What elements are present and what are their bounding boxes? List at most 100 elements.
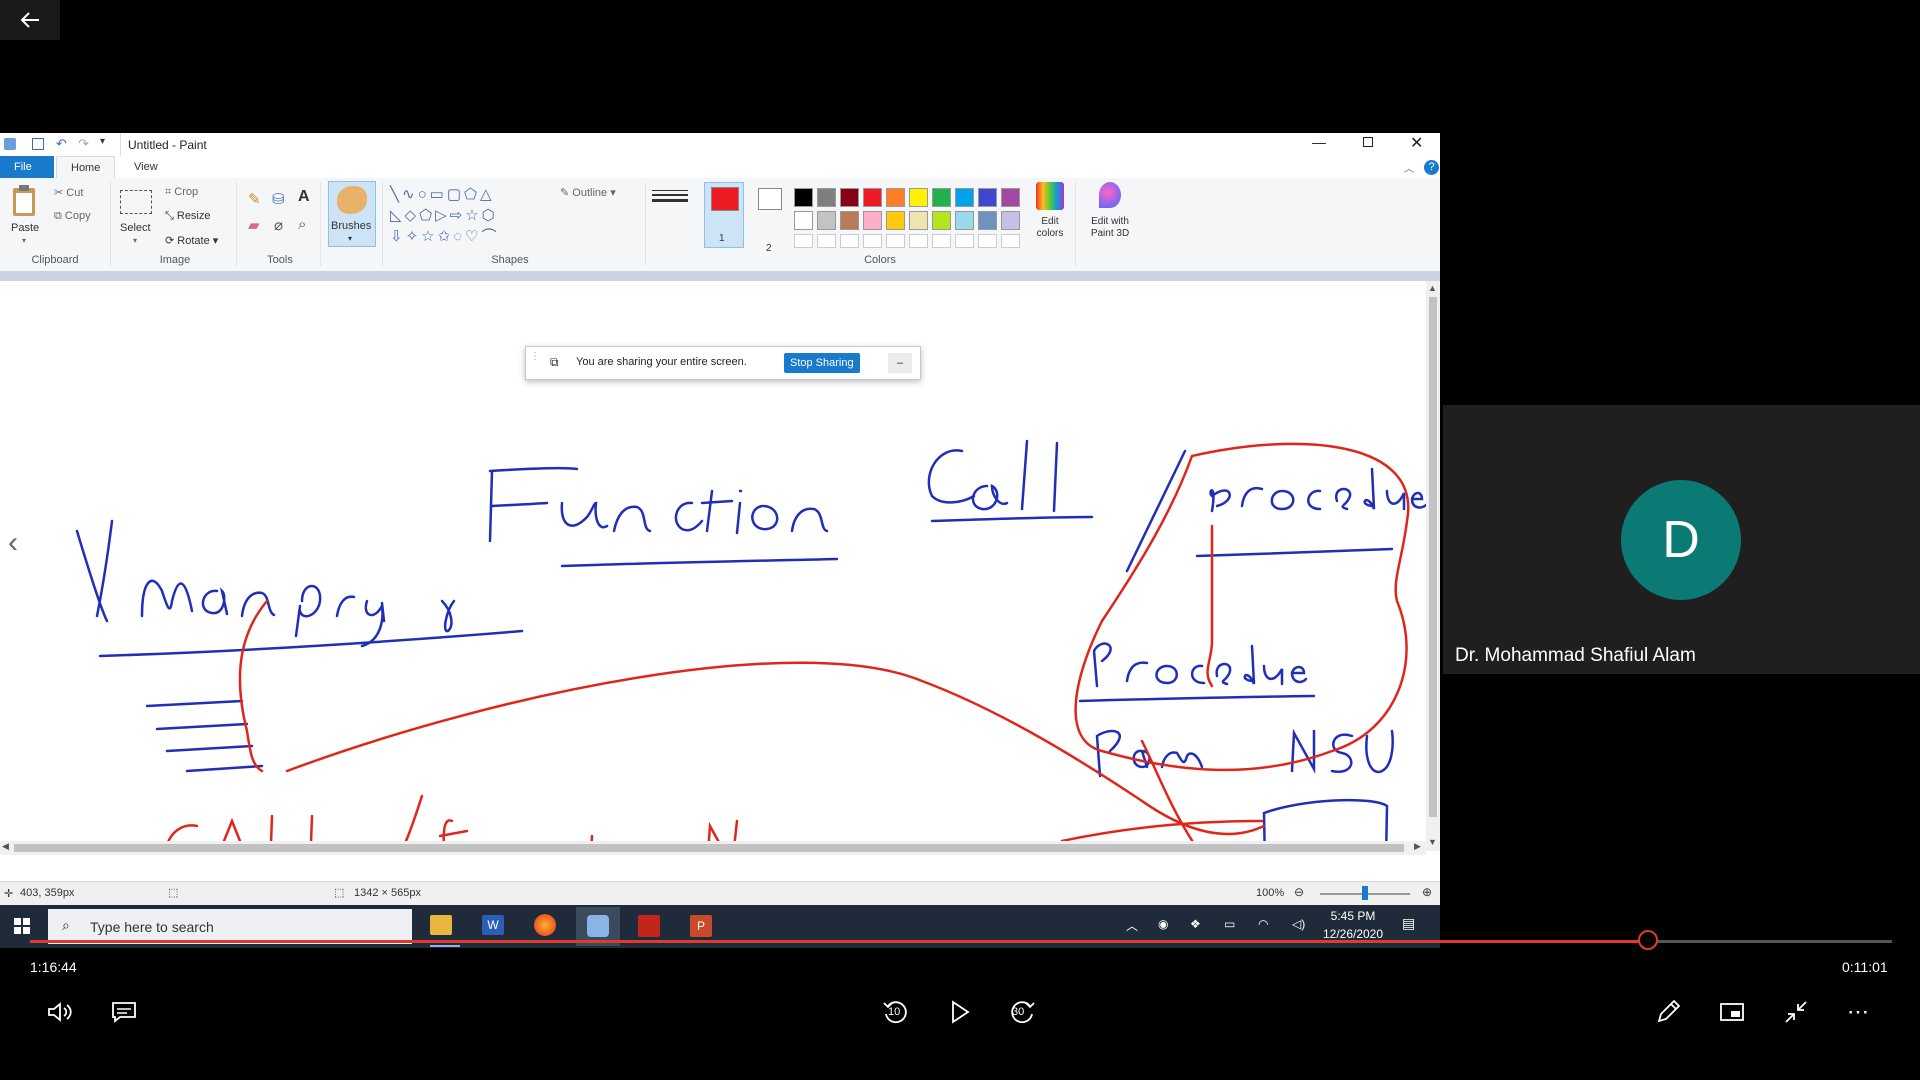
timeline-scrubber[interactable] (1638, 930, 1659, 950)
dropbox-icon[interactable]: ❖ (1190, 917, 1201, 931)
brushes-button[interactable]: Brushes ▾ (328, 181, 376, 247)
restore-button[interactable] (1363, 137, 1373, 147)
palette-swatch[interactable] (863, 211, 882, 230)
custom-color-slot[interactable] (955, 234, 974, 248)
tab-file[interactable]: File (0, 156, 54, 178)
custom-color-slot[interactable] (886, 234, 905, 248)
custom-color-slot[interactable] (932, 234, 951, 248)
palette-swatch[interactable] (909, 188, 928, 207)
customize-qat-icon[interactable]: ▾ (100, 136, 105, 147)
select-button[interactable] (120, 190, 152, 214)
help-icon[interactable]: ? (1424, 160, 1439, 175)
palette-swatch[interactable] (932, 211, 951, 230)
magnifier-icon[interactable]: ⌕ (298, 216, 306, 233)
color-picker-icon[interactable]: ⌀ (274, 216, 283, 234)
custom-color-slot[interactable] (863, 234, 882, 248)
palette-swatch[interactable] (1001, 188, 1020, 207)
wifi-icon[interactable]: ◠ (1258, 917, 1268, 931)
cut-button[interactable]: ✂ Cut (54, 186, 83, 199)
scroll-up-icon[interactable]: ▲ (1428, 283, 1437, 293)
text-tool-icon[interactable]: A (298, 188, 310, 206)
resize-button[interactable]: ⤡ Resize (165, 210, 211, 223)
annotate-button[interactable] (1646, 990, 1690, 1034)
volume-icon[interactable]: ◁) (1292, 917, 1305, 931)
palette-swatch[interactable] (909, 211, 928, 230)
zoom-out-icon[interactable]: ⊖ (1294, 885, 1304, 899)
palette-swatch[interactable] (1001, 211, 1020, 230)
zoom-slider-thumb[interactable] (1362, 886, 1368, 900)
zoom-in-icon[interactable]: ⊕ (1422, 885, 1432, 899)
stop-sharing-button[interactable]: Stop Sharing (784, 353, 860, 373)
exit-fullscreen-button[interactable] (1774, 990, 1818, 1034)
palette-swatch[interactable] (955, 211, 974, 230)
color2-swatch[interactable] (758, 188, 782, 210)
crop-button[interactable]: ⌗ Crop (165, 186, 198, 199)
custom-color-slot[interactable] (978, 234, 997, 248)
taskbar-clock[interactable]: 5:45 PM 12/26/2020 (1320, 909, 1386, 941)
select-dropdown-icon[interactable]: ▾ (133, 236, 137, 245)
undo-icon[interactable]: ↶ (56, 136, 67, 152)
palette-swatch[interactable] (978, 211, 997, 230)
palette-swatch[interactable] (840, 211, 859, 230)
color1-button[interactable]: 1 (704, 182, 744, 248)
forward-button[interactable]: 30 (1000, 990, 1044, 1034)
vertical-scrollbar[interactable]: ▲ ▼ (1426, 281, 1440, 851)
file-explorer-icon[interactable] (430, 915, 452, 935)
windows-start-button[interactable] (14, 918, 30, 934)
meet-now-icon[interactable]: ◉ (1158, 917, 1168, 931)
previous-chevron-icon[interactable]: ‹ (8, 526, 18, 560)
collapse-ribbon-icon[interactable]: ︿ (1404, 160, 1414, 175)
pencil-icon[interactable]: ✎ (248, 190, 261, 208)
save-icon[interactable] (32, 138, 44, 150)
scroll-left-icon[interactable]: ◀ (2, 841, 9, 852)
palette-swatch[interactable] (932, 188, 951, 207)
fill-icon[interactable]: ⛁ (272, 190, 285, 208)
scroll-thumb[interactable] (14, 844, 1404, 852)
custom-color-slot[interactable] (794, 234, 813, 248)
edit-with-paint3d-button[interactable]: Edit with Paint 3D (1082, 182, 1138, 248)
palette-swatch[interactable] (955, 188, 974, 207)
palette-swatch[interactable] (840, 188, 859, 207)
acrobat-icon[interactable] (638, 915, 660, 937)
battery-icon[interactable]: ▭ (1224, 917, 1235, 931)
edit-colors-button[interactable]: Edit colors (1032, 182, 1068, 248)
palette-swatch[interactable] (794, 188, 813, 207)
custom-color-slot[interactable] (909, 234, 928, 248)
palette-swatch[interactable] (794, 211, 813, 230)
paste-dropdown-icon[interactable]: ▾ (22, 236, 26, 245)
rotate-button[interactable]: ⟳ Rotate ▾ (165, 234, 218, 247)
minimize-button[interactable]: — (1312, 134, 1326, 150)
custom-color-slot[interactable] (840, 234, 859, 248)
taskbar-search-box[interactable]: ⌕ Type here to search (48, 909, 412, 944)
scroll-thumb[interactable] (1429, 297, 1437, 817)
picture-in-picture-button[interactable] (1710, 990, 1754, 1034)
rewind-button[interactable]: 10 (874, 990, 918, 1034)
minimize-toast-button[interactable]: – (888, 353, 912, 373)
palette-swatch[interactable] (886, 211, 905, 230)
palette-swatch[interactable] (817, 211, 836, 230)
firefox-icon[interactable] (534, 914, 556, 936)
custom-color-slot[interactable] (1001, 234, 1020, 248)
redo-icon[interactable]: ↷ (78, 136, 89, 152)
palette-swatch[interactable] (817, 188, 836, 207)
custom-color-slot[interactable] (817, 234, 836, 248)
back-button[interactable] (0, 0, 60, 40)
notifications-icon[interactable]: ▤ (1402, 915, 1415, 932)
palette-swatch[interactable] (978, 188, 997, 207)
show-hidden-icons-icon[interactable]: ︿ (1126, 917, 1138, 934)
eraser-icon[interactable]: ▰ (248, 216, 260, 234)
more-options-icon[interactable]: ⋯ (1836, 990, 1880, 1034)
scroll-down-icon[interactable]: ▼ (1428, 837, 1437, 847)
tab-home[interactable]: Home (56, 156, 116, 179)
play-button[interactable] (938, 990, 982, 1034)
drag-handle-icon[interactable]: ⋮ (530, 351, 540, 362)
close-button[interactable]: ✕ (1410, 133, 1423, 153)
copy-button[interactable]: ⧉ Copy (54, 210, 91, 223)
tab-view[interactable]: View (120, 156, 172, 178)
palette-swatch[interactable] (863, 188, 882, 207)
captions-button[interactable] (102, 990, 146, 1034)
palette-swatch[interactable] (886, 188, 905, 207)
scroll-right-icon[interactable]: ▶ (1414, 841, 1421, 852)
size-button[interactable] (652, 188, 688, 206)
horizontal-scrollbar[interactable]: ◀ ▶ (0, 841, 1426, 855)
